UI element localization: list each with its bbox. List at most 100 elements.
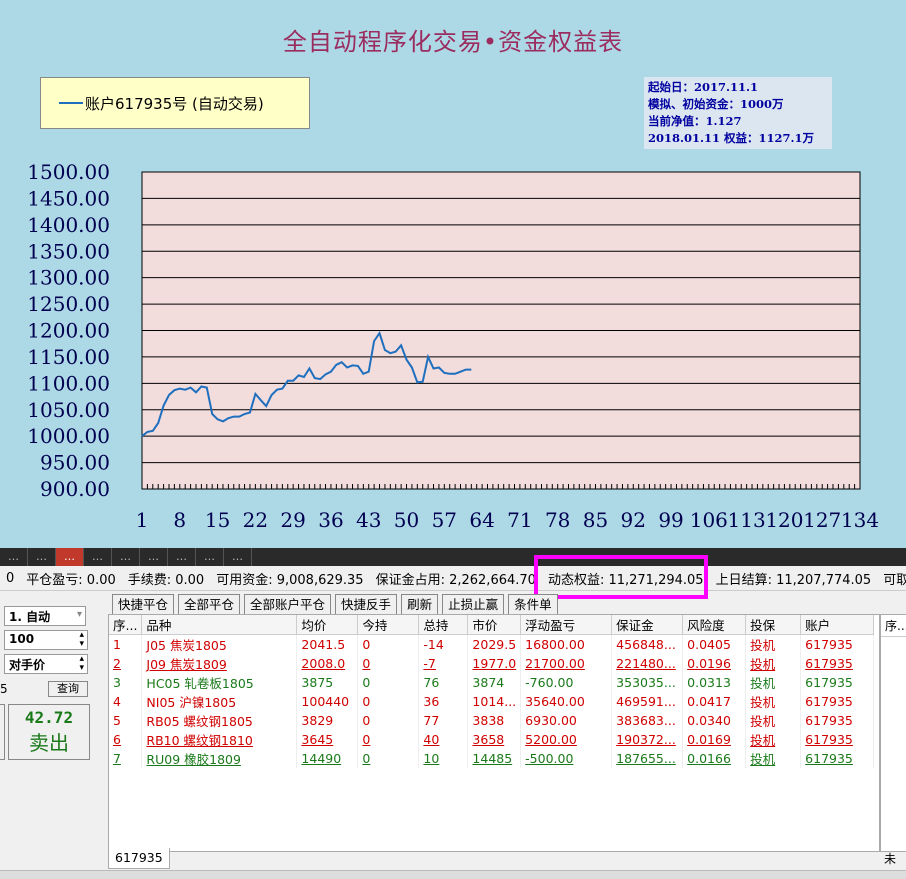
column-header[interactable]: 今持 bbox=[357, 615, 420, 635]
table-cell: 617935 bbox=[800, 692, 875, 711]
table-cell: 0 bbox=[357, 749, 420, 768]
x-tick-label: 22 bbox=[243, 508, 268, 532]
table-cell: 3 bbox=[109, 673, 143, 692]
position-toolbar: 快捷平仓 全部平仓 全部账户平仓 快捷反手 刷新 止损止赢 条件单 bbox=[112, 594, 558, 615]
table-row[interactable]: 5 RB05 螺纹钢1805 3829 0 77 3838 6930.00 383683...… bbox=[109, 711, 875, 730]
x-tick-label: 127 bbox=[803, 508, 841, 532]
quantity-stepper[interactable]: 100 ▴ ▾ bbox=[4, 630, 88, 650]
x-tick-label: 50 bbox=[394, 508, 419, 532]
function-tab[interactable]: … bbox=[56, 548, 84, 566]
stepper-arrows-icon: ▴ ▾ bbox=[79, 654, 84, 673]
function-tab[interactable]: … bbox=[84, 548, 112, 566]
column-header[interactable]: 总持 bbox=[418, 615, 469, 635]
close-all-accounts-button[interactable]: 全部账户平仓 bbox=[244, 594, 332, 615]
mode-select[interactable]: 1. 自动 ▾ bbox=[4, 606, 86, 626]
table-cell: 221480... bbox=[611, 654, 684, 673]
function-tab[interactable]: … bbox=[28, 548, 56, 566]
column-header[interactable]: 均价 bbox=[296, 615, 359, 635]
account-tab[interactable]: 617935 bbox=[108, 848, 170, 869]
y-tick-label: 1400.00 bbox=[27, 213, 110, 237]
refresh-button[interactable]: 刷新 bbox=[401, 594, 439, 615]
table-cell: 617935 bbox=[800, 711, 875, 730]
table-row[interactable]: 7 RU09 橡胶1809 14490 0 10 14485 -500.00 187655..… bbox=[109, 749, 875, 768]
table-cell: 77 bbox=[418, 711, 469, 730]
x-tick-label: 36 bbox=[318, 508, 343, 532]
column-header[interactable]: 风险度 bbox=[682, 615, 747, 635]
table-cell: 3874 bbox=[467, 673, 522, 692]
table-row[interactable]: 4 NI05 沪镍1805 100440 0 36 1014... 35640.00 4695… bbox=[109, 692, 875, 711]
function-tab[interactable]: … bbox=[0, 548, 28, 566]
withdrawable: 可取资金 bbox=[883, 572, 906, 588]
table-cell: 36 bbox=[418, 692, 469, 711]
table-cell: 0.0313 bbox=[682, 673, 747, 692]
column-header[interactable]: 账户 bbox=[800, 615, 875, 635]
table-cell: 3838 bbox=[467, 711, 522, 730]
y-tick-label: 900.00 bbox=[40, 477, 110, 501]
stop-loss-profit-button[interactable]: 止损止赢 bbox=[442, 594, 505, 615]
table-cell: 5 bbox=[109, 711, 143, 730]
table-cell: 21700.00 bbox=[520, 654, 613, 673]
y-tick-label: 1250.00 bbox=[27, 292, 110, 316]
column-header[interactable]: 投保 bbox=[745, 615, 802, 635]
table-cell: 0 bbox=[357, 711, 420, 730]
table-cell: 0 bbox=[357, 673, 420, 692]
table-cell: 投机 bbox=[745, 749, 802, 768]
column-header[interactable]: 保证金 bbox=[611, 615, 684, 635]
table-cell: 16800.00 bbox=[520, 634, 613, 654]
table-cell: RB05 螺纹钢1805 bbox=[141, 711, 298, 730]
end-tab[interactable]: 未 bbox=[884, 850, 896, 867]
function-tab[interactable]: … bbox=[196, 548, 224, 566]
quick-reverse-button[interactable]: 快捷反手 bbox=[335, 594, 398, 615]
sell-button[interactable]: 42.72 卖出 bbox=[8, 704, 90, 760]
sell-price: 42.72 bbox=[24, 708, 74, 727]
fee: 手续费: 0.00 bbox=[127, 572, 205, 588]
function-tab[interactable]: … bbox=[168, 548, 196, 566]
y-tick-label: 1150.00 bbox=[27, 345, 110, 369]
account-summary-bar: 0 平仓盈亏: 0.00 手续费: 0.00 可用资金: 9,008,629.3… bbox=[0, 566, 906, 591]
column-header[interactable]: 序... bbox=[109, 615, 143, 635]
sell-label: 卖出 bbox=[29, 731, 69, 755]
conditional-order-button[interactable]: 条件单 bbox=[508, 594, 558, 615]
table-cell: 14490 bbox=[296, 749, 359, 768]
table-cell: 383683... bbox=[611, 711, 684, 730]
equity-line-chart: 1500.001450.00 1400.001350.00 1300.001250.… bbox=[27, 160, 879, 532]
available-funds: 可用资金: 9,008,629.35 bbox=[216, 572, 364, 588]
x-tick-label: 92 bbox=[621, 508, 646, 532]
x-tick-label: 71 bbox=[507, 508, 532, 532]
x-tick-label: 1 bbox=[136, 508, 149, 532]
x-tick-label: 29 bbox=[280, 508, 305, 532]
query-button[interactable]: 查询 bbox=[48, 681, 88, 697]
table-cell: 0 bbox=[357, 634, 420, 654]
table-row[interactable]: 2 J09 焦炭1809 2008.0 0 -7 1977.0 21700.00 221480… bbox=[109, 654, 875, 673]
table-cell: 6 bbox=[109, 730, 143, 749]
quick-close-button[interactable]: 快捷平仓 bbox=[112, 594, 175, 615]
table-cell: 190372... bbox=[611, 730, 684, 749]
column-header[interactable]: 浮动盈亏 bbox=[520, 615, 613, 635]
close-all-button[interactable]: 全部平仓 bbox=[178, 594, 241, 615]
y-tick-label: 1300.00 bbox=[27, 266, 110, 290]
x-tick-label: 43 bbox=[356, 508, 381, 532]
price-prefix: 5 bbox=[0, 682, 8, 696]
table-cell: 4 bbox=[109, 692, 143, 711]
x-tick-label: 64 bbox=[469, 508, 494, 532]
function-tab[interactable]: … bbox=[112, 548, 140, 566]
column-header[interactable]: 市价 bbox=[467, 615, 522, 635]
account-prefix: 0 bbox=[6, 570, 15, 586]
y-tick-label: 1500.00 bbox=[27, 160, 110, 184]
price-type-select[interactable]: 对手价 ▴ ▾ bbox=[4, 654, 88, 674]
table-row[interactable]: 3 HC05 轧卷板1805 3875 0 76 3874 -760.00 353035...… bbox=[109, 673, 875, 692]
column-header[interactable]: 品种 bbox=[141, 615, 298, 635]
chevron-down-icon: ▾ bbox=[76, 609, 82, 620]
function-tab[interactable]: … bbox=[224, 548, 252, 566]
x-tick-label: 113 bbox=[728, 508, 766, 532]
table-row[interactable]: 1 J05 焦炭1805 2041.5 0 -14 2029.5 16800.00 45684… bbox=[109, 634, 875, 654]
table-cell: 0 bbox=[357, 692, 420, 711]
y-tick-label: 1050.00 bbox=[27, 398, 110, 422]
table-cell: 14485 bbox=[467, 749, 522, 768]
table-row[interactable]: 6 RB10 螺纹钢1810 3645 0 40 3658 5200.00 190372...… bbox=[109, 730, 875, 749]
close-pnl: 平仓盈亏: 0.00 bbox=[26, 572, 116, 588]
x-tick-label: 78 bbox=[545, 508, 570, 532]
table-cell: 2 bbox=[109, 654, 143, 673]
table-cell: 0.0196 bbox=[682, 654, 747, 673]
function-tab[interactable]: … bbox=[140, 548, 168, 566]
